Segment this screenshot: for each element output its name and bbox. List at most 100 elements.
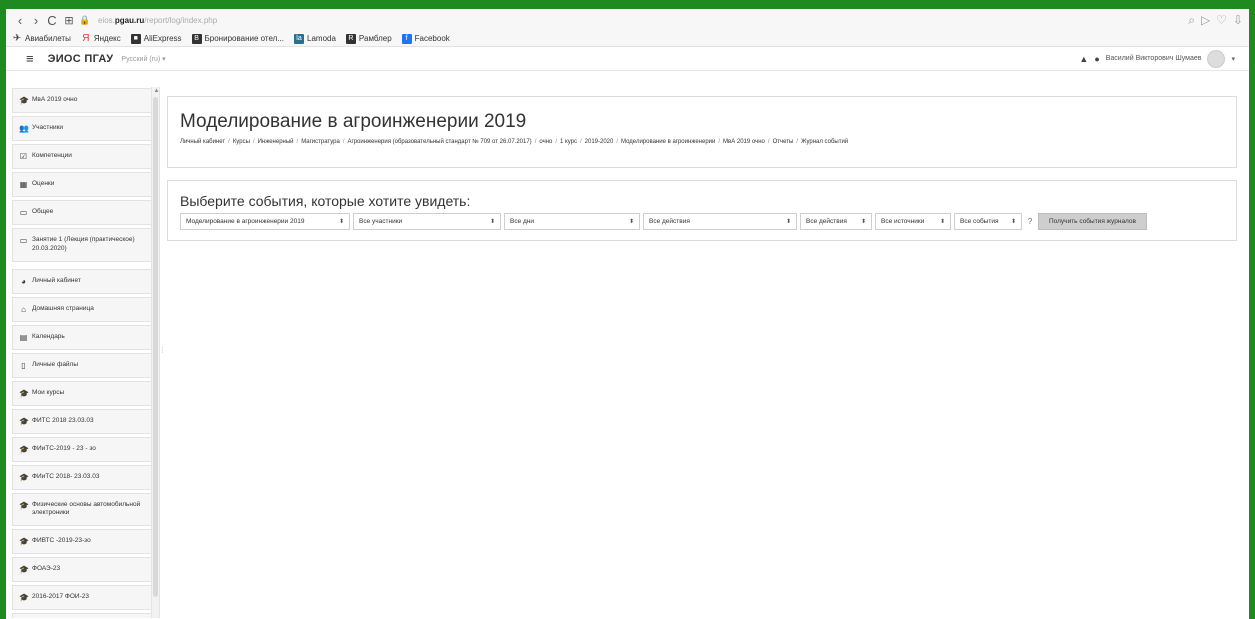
home-icon: ⌂: [21, 304, 26, 314]
sidebar-item[interactable]: 🎓 ФИиТС 2018- 23.03.03: [12, 464, 152, 490]
rambler-icon: R: [345, 33, 356, 44]
sidebar-item[interactable]: 🎓ФИТС 2018-2019: [12, 613, 152, 618]
calendar-icon: ▤: [19, 332, 28, 342]
user-name[interactable]: Василий Викторович Шумаев: [1106, 55, 1202, 62]
sidebar-item[interactable]: 🎓 ФИиТС-2019 - 23 - зо: [12, 436, 152, 462]
select-arrow-icon: ⬍: [489, 219, 495, 225]
main-region: Моделирование в агроинженерии 2019 Личны…: [167, 96, 1237, 241]
folder-icon: ▭: [19, 236, 28, 245]
menu-icon[interactable]: ≡: [26, 51, 34, 66]
sidebar-item-label: Участники: [32, 124, 64, 131]
breadcrumb-item[interactable]: 2019-2020: [585, 139, 614, 145]
sources-select[interactable]: Все источники ⬍: [875, 213, 951, 230]
reload-icon[interactable]: C: [44, 13, 60, 28]
sidebar-item[interactable]: 🎓 ФИТС 2018 23.03.03: [12, 408, 152, 434]
breadcrumb-separator: /: [534, 139, 537, 145]
bookmarks-bar: ✈ Авиабилеты Я Яндекс ■ AliExpress B Брониро…: [6, 31, 1249, 47]
breadcrumb-item[interactable]: Личный кабинет: [180, 139, 225, 145]
breadcrumb-item[interactable]: 1 курс: [560, 139, 577, 145]
bookmark-item[interactable]: f Facebook: [401, 33, 450, 44]
sidebar-item-label: Занятие 1 (Лекция (практическое) 20.03.2…: [32, 236, 135, 252]
site-name[interactable]: ЭИОС ПГАУ: [48, 53, 114, 65]
breadcrumb-item[interactable]: Отчеты: [773, 139, 794, 145]
breadcrumb-item[interactable]: Моделирование в агроинженерии: [621, 139, 715, 145]
sidebar-item-label: МвА 2019 очно: [32, 96, 78, 103]
sidebar-item-label: Календарь: [32, 332, 65, 340]
address-bar[interactable]: eios.pgau.ru/report/log/index.php: [98, 16, 217, 25]
course-select[interactable]: Моделирование в агроинженерии 2019 ⬍: [180, 213, 350, 230]
graduation-cap-icon: 🎓: [19, 444, 29, 454]
sidebar-item[interactable]: 🎓 ФИВТС -2019-23-зо: [12, 529, 152, 555]
breadcrumb-item[interactable]: МвА 2019 очно: [723, 139, 765, 145]
graduation-cap-icon: 🎓: [19, 565, 29, 575]
get-log-events-button[interactable]: Получить события журналов: [1038, 213, 1147, 230]
help-icon[interactable]: ?: [1025, 217, 1035, 226]
forward-icon[interactable]: ›: [28, 13, 44, 28]
sidebar-item[interactable]: 🎓 Физические основы автомобильной электро…: [12, 492, 152, 527]
language-selector[interactable]: Русский (ru) ▾: [121, 55, 165, 63]
scroll-up-icon[interactable]: ▲: [153, 88, 160, 94]
log-filter-form: Выберите события, которые хотите увидеть…: [167, 180, 1237, 241]
sidebar-item[interactable]: 🎓 Мои курсы: [12, 380, 152, 406]
select-arrow-icon: ⬍: [338, 219, 344, 225]
sidebar-item[interactable]: ▭ Общее: [12, 200, 152, 225]
breadcrumb-separator: /: [296, 139, 299, 145]
breadcrumb-item[interactable]: Агроинженерия (образовательный стандарт …: [348, 139, 532, 145]
download-icon[interactable]: ⇩: [1233, 13, 1243, 28]
breadcrumb-separator: /: [228, 139, 230, 145]
search-icon[interactable]: ⌕: [1188, 13, 1195, 28]
booking-icon: B: [191, 33, 202, 44]
sidebar-item-label: Домашняя страница: [32, 304, 94, 312]
breadcrumb-item[interactable]: Магистратура: [301, 139, 340, 145]
sidebar-item[interactable]: ▤ Календарь: [12, 324, 152, 350]
bookmark-item[interactable]: R Рамблер: [345, 33, 392, 44]
events-select[interactable]: Все события ⬍: [954, 213, 1022, 230]
activities-select[interactable]: Все действия ⬍: [643, 213, 797, 230]
sidebar-item[interactable]: 🎓 ФОАЭ-23: [12, 557, 152, 583]
breadcrumb-item: Журнал событий: [800, 139, 849, 145]
breadcrumb-item[interactable]: очно: [539, 139, 552, 145]
send-icon[interactable]: ▷: [1201, 13, 1210, 28]
bookmark-item[interactable]: Я Яндекс: [81, 33, 121, 44]
chevron-down-icon[interactable]: ▾: [1231, 55, 1235, 63]
breadcrumb-separator: /: [718, 139, 721, 145]
breadcrumb-separator: /: [616, 139, 619, 145]
breadcrumb-item[interactable]: Инженерный: [258, 139, 294, 145]
graduation-cap-icon: 🎓: [19, 500, 29, 510]
actions-select[interactable]: Все действия ⬍: [800, 213, 872, 230]
sidebar-item[interactable]: 🎓 2016-2017 ФОИ-23: [12, 585, 152, 611]
heart-icon[interactable]: ♡: [1216, 13, 1227, 28]
sidebar-item[interactable]: 👥 Участники: [12, 116, 152, 141]
bookmark-item[interactable]: B Бронирование отел...: [191, 33, 284, 44]
days-select[interactable]: Все дни ⬍: [504, 213, 640, 230]
sidebar-item-label: ФИТС 2018 23.03.03: [32, 416, 94, 424]
speed-dial-icon[interactable]: ⊞: [60, 14, 78, 27]
bookmark-item[interactable]: ✈ Авиабилеты: [12, 33, 71, 44]
participants-select[interactable]: Все участники ⬍: [353, 213, 501, 230]
bookmark-item[interactable]: ■ AliExpress: [130, 33, 182, 44]
back-icon[interactable]: ‹: [12, 13, 28, 28]
breadcrumb-item[interactable]: Курсы: [233, 139, 250, 145]
sidebar-item[interactable]: ▦ Оценки: [12, 172, 152, 197]
breadcrumb-separator: /: [555, 139, 558, 145]
sidebar-item-label: Личный кабинет: [32, 276, 81, 284]
chat-icon[interactable]: ●: [1094, 54, 1099, 64]
nav-drawer: 🎓 МвА 2019 очно 👥 Участники ☑ Компетенции ▦ Оце…: [12, 88, 152, 618]
sidebar-item[interactable]: 🎓 МвА 2019 очно: [12, 88, 152, 113]
drawer-resize-handle[interactable]: ⋮: [159, 346, 166, 354]
graduation-cap-icon: 🎓: [19, 472, 29, 482]
sidebar-item[interactable]: ▭ Занятие 1 (Лекция (практическое) 20.03.…: [12, 228, 152, 262]
bookmark-item[interactable]: la Lamoda: [294, 33, 336, 44]
sidebar-item[interactable]: ⌂ Домашняя страница: [12, 296, 152, 322]
select-arrow-icon: ⬍: [860, 219, 866, 225]
breadcrumb-separator: /: [767, 139, 770, 145]
sidebar-item[interactable]: ▯ Личные файлы: [12, 352, 152, 378]
sidebar-item[interactable]: ☑ Компетенции: [12, 144, 152, 169]
scroll-thumb[interactable]: [153, 97, 158, 597]
breadcrumb-separator: /: [579, 139, 582, 145]
avatar[interactable]: [1207, 49, 1226, 68]
graduation-cap-icon: 🎓: [19, 388, 29, 398]
bell-icon[interactable]: ▲: [1079, 54, 1088, 64]
sidebar-item[interactable]: ◕ Личный кабинет: [12, 268, 152, 294]
users-icon: 👥: [19, 124, 29, 133]
